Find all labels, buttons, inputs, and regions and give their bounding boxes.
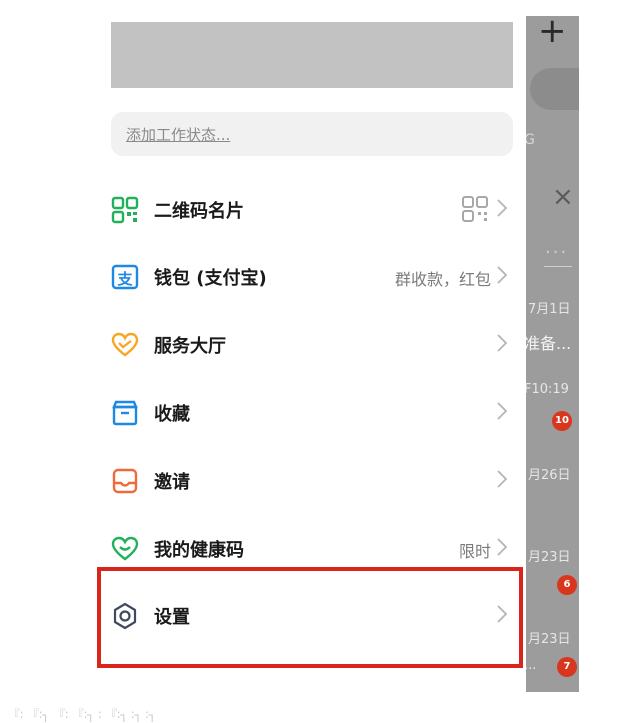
work-status-placeholder: 添加工作状态...	[126, 126, 231, 144]
chevron-right-icon	[497, 266, 508, 284]
menu-item-label: 我的健康码	[154, 540, 244, 561]
divider	[544, 266, 572, 267]
settings-highlight-annotation	[97, 567, 523, 668]
menu-item-label: 收藏	[154, 404, 190, 425]
chat-preview: ...	[526, 658, 537, 673]
svg-text:支: 支	[116, 270, 133, 288]
more-dots-icon: ···	[545, 242, 569, 263]
menu-item-extra: 群收款，红包	[394, 270, 491, 289]
chat-date: 月23日	[528, 550, 571, 565]
work-status-input[interactable]: 添加工作状态...	[111, 112, 513, 156]
background-app-panel: + G × ··· 7月1日 准备... F10:19 10 月26日 月23日…	[526, 16, 579, 692]
chat-preview: 准备...	[526, 334, 572, 353]
health-code-icon	[111, 536, 139, 561]
add-plus-icon[interactable]: +	[538, 16, 567, 48]
menu-item-invite[interactable]: 邀请	[111, 453, 513, 509]
menu-item-service-hall[interactable]: 服务大厅	[111, 317, 513, 373]
chevron-right-icon	[497, 334, 508, 352]
menu-item-qr-card[interactable]: 二维码名片	[111, 182, 513, 238]
menu-item-label: 邀请	[154, 472, 190, 493]
menu-item-label: 钱包 (支付宝)	[154, 268, 267, 289]
chevron-right-icon	[497, 402, 508, 420]
background-fragment: G	[526, 132, 535, 148]
background-search-pill	[530, 68, 579, 110]
chevron-right-icon	[497, 538, 508, 556]
chevron-right-icon	[497, 470, 508, 488]
close-icon[interactable]: ×	[552, 182, 574, 212]
invite-icon	[112, 468, 138, 494]
unread-badge: 7	[557, 657, 577, 677]
chat-date: 月26日	[528, 468, 571, 483]
profile-header-redacted[interactable]	[111, 22, 513, 88]
favorites-box-icon	[112, 400, 138, 426]
menu-item-wallet[interactable]: 支 钱包 (支付宝) 群收款，红包	[111, 249, 513, 305]
chat-date: 月23日	[528, 632, 571, 647]
chat-date: 7月1日	[528, 302, 571, 317]
unread-badge: 10	[552, 411, 572, 431]
chevron-right-icon	[497, 199, 508, 217]
qr-code-icon	[111, 196, 139, 224]
menu-item-label: 服务大厅	[154, 336, 226, 357]
menu-item-extra: 限时	[458, 542, 491, 561]
unread-badge: 6	[557, 575, 577, 595]
menu-item-favorites[interactable]: 收藏	[111, 385, 513, 441]
chat-date: F10:19	[526, 382, 569, 397]
small-qr-code-icon	[462, 196, 488, 222]
heart-service-icon	[111, 332, 139, 357]
menu-item-label: 二维码名片	[154, 201, 244, 222]
faint-caption-text: 『∶ 『∶┐ 『∶ 『∶┐ ∶ 『∶┐ ∶┐ ∶┐	[8, 708, 156, 722]
wallet-icon: 支	[111, 264, 139, 290]
